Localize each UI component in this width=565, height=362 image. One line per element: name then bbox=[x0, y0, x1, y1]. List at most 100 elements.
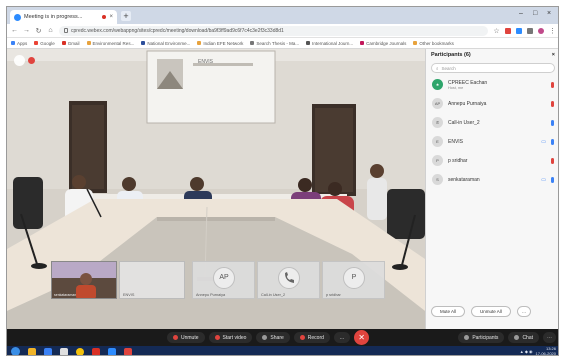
video-thumbnail-strip: senkataraman ENVIS bbox=[51, 261, 185, 299]
avatar: AP bbox=[213, 267, 235, 289]
video-camera-icon: ▭ bbox=[541, 176, 546, 183]
other-bookmarks[interactable]: Other bookmarks bbox=[413, 41, 454, 46]
webex-favicon-icon bbox=[14, 13, 21, 21]
overflow-menu-icon[interactable]: ⋯ bbox=[543, 332, 556, 343]
muted-mic-icon[interactable] bbox=[551, 100, 554, 107]
video-tile[interactable]: AP Annepu Purnaiya bbox=[192, 261, 255, 299]
webex-meeting: senkataraman ENVIS AP Annepu Purnaiya Ca… bbox=[7, 49, 558, 346]
bookmark-item[interactable]: Cambridge Journals bbox=[360, 41, 406, 46]
mic-icon[interactable] bbox=[551, 138, 554, 145]
extension-icon[interactable] bbox=[516, 27, 522, 34]
bookmark-item[interactable]: Search Thesis - Ma... bbox=[250, 41, 299, 46]
video-tile[interactable]: P p sridhar bbox=[322, 261, 385, 299]
app-icon[interactable] bbox=[60, 347, 68, 355]
share-icon bbox=[262, 335, 268, 340]
participant-actions: Mute All Unmute All … bbox=[431, 306, 532, 317]
avatar: S bbox=[432, 174, 443, 185]
unmute-button[interactable]: Unmute bbox=[167, 332, 205, 343]
bookmark-item[interactable]: Environmental Res... bbox=[86, 41, 134, 46]
participant-name: Annepu Purnaiya bbox=[448, 100, 487, 107]
bookmark-icon bbox=[141, 41, 146, 45]
recording-dot-icon bbox=[102, 15, 107, 19]
unmute-all-button[interactable]: Unmute All bbox=[471, 306, 511, 317]
mute-all-button[interactable]: Mute All bbox=[431, 306, 466, 317]
bookmark-item[interactable]: Google bbox=[34, 41, 55, 46]
webex-icon[interactable] bbox=[108, 347, 116, 355]
layout-icon[interactable] bbox=[14, 55, 25, 66]
taskbar: ▲ ◆ ◉ 13:26 17-06-2020 bbox=[7, 346, 558, 356]
participant-name: senkataraman bbox=[448, 176, 480, 183]
forward-icon[interactable]: → bbox=[23, 27, 30, 34]
tile-name: Annepu Purnaiya bbox=[196, 293, 226, 297]
extension-icon[interactable] bbox=[527, 27, 533, 34]
record-label: Record bbox=[307, 334, 324, 341]
menu-icon[interactable]: ⋮ bbox=[549, 27, 556, 35]
participant-row[interactable]: S senkataraman ▭ bbox=[426, 170, 558, 189]
extension-icon[interactable] bbox=[505, 27, 511, 34]
bookmark-item[interactable]: Apps bbox=[11, 41, 27, 46]
file-explorer-icon[interactable] bbox=[28, 347, 36, 355]
participant-name-block: CPREEC Eachan Host, me bbox=[448, 80, 546, 90]
participants-search-input[interactable]: ⌕ Search bbox=[431, 63, 555, 73]
participant-row[interactable]: ✆ Call-in User_2 bbox=[426, 113, 558, 132]
phone-icon: ✆ bbox=[432, 117, 443, 128]
close-tab-icon[interactable]: × bbox=[109, 14, 113, 20]
back-icon[interactable]: ← bbox=[11, 27, 18, 34]
bookmark-icon bbox=[306, 41, 311, 45]
clock-date: 17-06-2020 bbox=[535, 350, 556, 356]
start-button-icon[interactable] bbox=[11, 347, 20, 355]
minimize-icon[interactable]: – bbox=[519, 10, 523, 17]
app-icon[interactable] bbox=[92, 347, 100, 355]
start-video-button[interactable]: Start video bbox=[208, 332, 253, 343]
participant-role: Host, me bbox=[448, 85, 464, 90]
bookmarks-bar: Apps Google Gmail Environmental Res... N… bbox=[7, 38, 558, 49]
video-camera-icon: ▭ bbox=[541, 138, 546, 145]
video-tile[interactable]: Call-in User_2 bbox=[257, 261, 320, 299]
reload-icon[interactable]: ↻ bbox=[35, 27, 42, 35]
video-tile[interactable]: senkataraman bbox=[51, 261, 117, 299]
profile-avatar[interactable] bbox=[538, 27, 544, 34]
tile-name: Call-in User_2 bbox=[261, 293, 286, 297]
gmail-icon bbox=[61, 41, 66, 45]
new-tab-button[interactable]: + bbox=[121, 11, 131, 21]
tray-icons[interactable]: ▲ ◆ ◉ bbox=[520, 349, 533, 354]
share-button[interactable]: Share bbox=[256, 332, 290, 343]
url-field[interactable]: cpredc.webex.com/webappng/sites/cpredc/m… bbox=[59, 25, 488, 36]
app-icon[interactable] bbox=[44, 347, 52, 355]
end-meeting-button[interactable]: ✕ bbox=[354, 330, 370, 345]
url-text: cpredc.webex.com/webappng/sites/cpredc/m… bbox=[71, 27, 284, 34]
unmute-label: Unmute bbox=[181, 334, 199, 341]
app-icon[interactable] bbox=[124, 347, 132, 355]
star-icon[interactable]: ☆ bbox=[493, 27, 500, 35]
maximize-icon[interactable]: □ bbox=[533, 10, 537, 17]
avatar: E bbox=[432, 136, 443, 147]
bookmark-item[interactable]: Gmail bbox=[61, 41, 80, 46]
record-button[interactable]: Record bbox=[293, 332, 330, 343]
participant-row[interactable]: AP Annepu Purnaiya bbox=[426, 94, 558, 113]
participant-row[interactable]: ★ CPREEC Eachan Host, me bbox=[426, 75, 558, 94]
avatar-tiles: AP Annepu Purnaiya Call-in User_2 P p sr… bbox=[192, 261, 385, 299]
mic-icon[interactable] bbox=[551, 119, 554, 126]
home-icon[interactable]: ⌂ bbox=[47, 27, 54, 34]
mic-icon[interactable] bbox=[551, 176, 554, 183]
close-window-icon[interactable]: × bbox=[547, 10, 551, 17]
muted-mic-icon[interactable] bbox=[551, 81, 554, 88]
browser-tab[interactable]: Meeting is in progress... × bbox=[10, 10, 117, 24]
chat-button[interactable]: Chat bbox=[508, 332, 539, 343]
participant-row[interactable]: E ENVIS ▭ bbox=[426, 132, 558, 151]
bookmark-item[interactable]: International Journ... bbox=[306, 41, 353, 46]
bookmark-icon bbox=[86, 41, 91, 45]
more-button[interactable]: ... bbox=[333, 332, 351, 343]
clock[interactable]: 13:26 17-06-2020 bbox=[535, 346, 556, 356]
system-tray: ▲ ◆ ◉ 13:26 17-06-2020 bbox=[520, 346, 556, 356]
participant-row[interactable]: P p sridhar bbox=[426, 151, 558, 170]
chrome-icon[interactable] bbox=[76, 347, 84, 355]
participants-button[interactable]: Participants bbox=[458, 332, 505, 343]
bookmark-item[interactable]: Indian EFE Network bbox=[197, 41, 243, 46]
close-panel-icon[interactable]: × bbox=[552, 52, 555, 58]
bookmark-item[interactable]: National Environme... bbox=[141, 41, 190, 46]
muted-mic-icon[interactable] bbox=[551, 157, 554, 164]
video-tile[interactable]: ENVIS bbox=[119, 261, 185, 299]
more-options-icon[interactable]: … bbox=[516, 306, 532, 317]
recording-indicator-icon bbox=[28, 57, 35, 64]
